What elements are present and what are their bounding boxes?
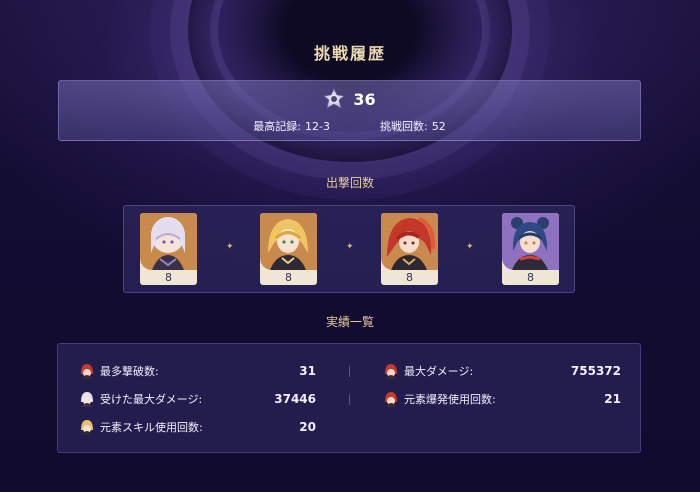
record-label: 最多撃破数:: [100, 365, 159, 378]
page-title: 挑戦履歴: [313, 44, 386, 63]
sparkle-icon: ✦: [346, 242, 354, 252]
record-skill-uses: 元素スキル使用回数: 20: [80, 418, 316, 436]
record-label: 受けた最大ダメージ:: [100, 393, 203, 406]
record-max-damage: 最大ダメージ: 755372: [384, 362, 621, 380]
red-avatar-icon: [385, 392, 397, 407]
stats-row: 最高記録: 12-3 挑戦回数: 52: [59, 118, 640, 134]
star-icon: [323, 88, 346, 109]
character-count: 8: [527, 271, 534, 284]
record-value: 37446: [274, 392, 316, 406]
blonde-avatar-icon: [81, 420, 93, 435]
record-max-damage-taken: 受けた最大ダメージ: 37446: [80, 390, 316, 408]
character-card[interactable]: 8: [381, 213, 438, 285]
best-record-label: 最高記録:: [253, 120, 302, 133]
white-haired-character-portrait: [140, 213, 197, 270]
record-most-defeats: 最多撃破数: 31: [80, 362, 316, 380]
record-value: 20: [299, 420, 316, 434]
attempt-count-label: 挑戦回数:: [379, 120, 428, 133]
record-value: 31: [299, 364, 316, 378]
character-card[interactable]: 8: [502, 213, 559, 285]
blonde-character-portrait: [260, 213, 317, 270]
character-card[interactable]: 8: [260, 213, 317, 285]
red-haired-character-portrait: [381, 213, 438, 270]
attempt-count-value: 52: [431, 120, 446, 133]
achievements-panel: 最多撃破数: 31 最大ダメージ: 755372 受けた最大ダメージ: 3744…: [57, 343, 641, 453]
column-divider: [349, 366, 350, 377]
record-value: 21: [604, 392, 621, 406]
red-avatar-icon: [81, 364, 93, 379]
sortie-panel: 8 ✦ 8 ✦ 8 ✦ 8: [123, 205, 575, 293]
best-record: 最高記録: 12-3: [253, 118, 330, 134]
achievements-title: 実績一覧: [325, 315, 374, 329]
record-burst-uses: 元素爆発使用回数: 21: [384, 390, 621, 408]
record-value: 755372: [570, 364, 621, 378]
sparkle-icon: ✦: [226, 242, 234, 252]
character-card[interactable]: 8: [140, 213, 197, 285]
summary-panel: 36 最高記録: 12-3 挑戦回数: 52: [58, 80, 641, 141]
sparkle-icon: ✦: [466, 242, 474, 252]
record-label: 元素爆発使用回数:: [404, 393, 496, 406]
character-count: 8: [285, 271, 292, 284]
sortie-title: 出撃回数: [325, 176, 374, 190]
attempt-count: 挑戦回数: 52: [380, 118, 446, 134]
white-avatar-icon: [81, 392, 93, 407]
character-count: 8: [406, 271, 413, 284]
score-value: 36: [353, 89, 376, 109]
character-count: 8: [165, 271, 172, 284]
red-avatar-icon: [385, 364, 397, 379]
blue-haired-character-portrait: [502, 213, 559, 270]
score-row: 36: [59, 88, 640, 110]
record-label: 元素スキル使用回数:: [100, 421, 203, 434]
record-label: 最大ダメージ:: [404, 365, 474, 378]
column-divider: [349, 394, 350, 405]
best-record-value: 12-3: [305, 120, 330, 133]
